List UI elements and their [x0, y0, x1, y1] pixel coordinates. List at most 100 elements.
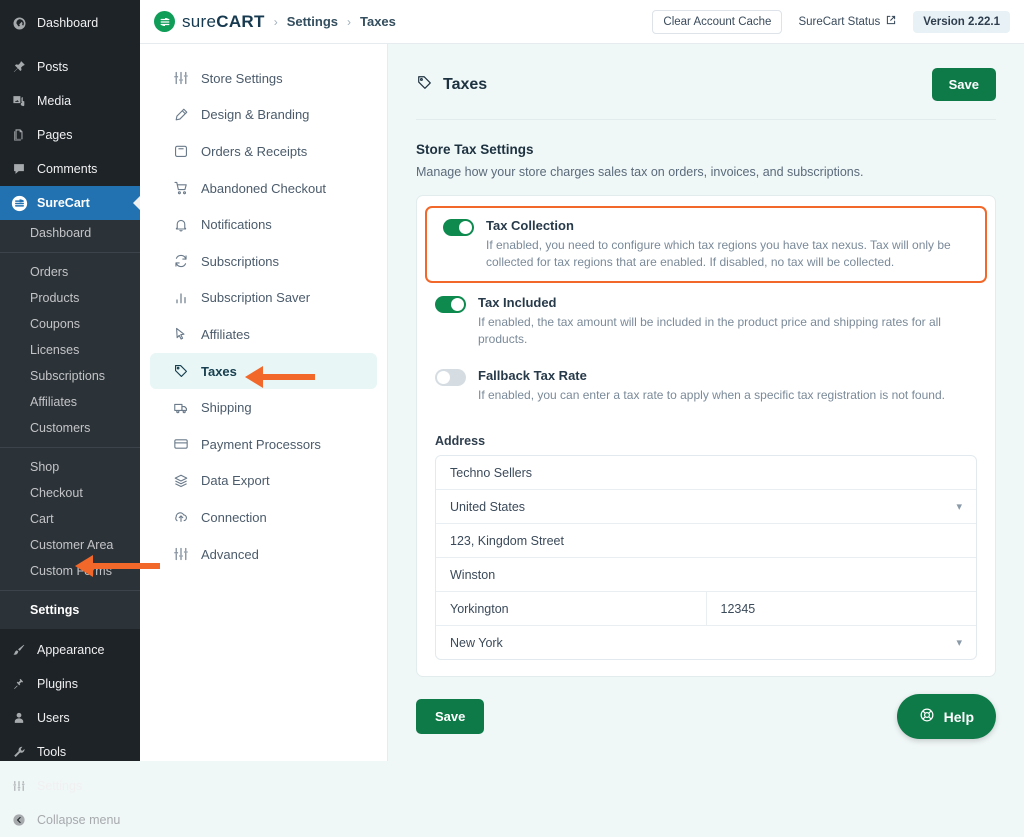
sidebar-item-label: Comments	[37, 162, 97, 176]
submenu-item-custom-forms[interactable]: Custom Forms	[0, 558, 140, 584]
tag-icon	[416, 74, 433, 96]
settings-nav-item-advanced[interactable]: Advanced	[150, 536, 377, 573]
address-fieldset: Techno Sellers United States ▾ 123, King…	[435, 455, 977, 660]
settings-nav-label: Connection	[201, 510, 267, 525]
submenu-divider	[0, 252, 140, 253]
settings-nav-item-taxes[interactable]: Taxes	[150, 353, 377, 390]
submenu-item-coupons[interactable]: Coupons	[0, 311, 140, 337]
version-badge: Version 2.22.1	[913, 11, 1010, 33]
settings-nav-item-store-settings[interactable]: Store Settings	[150, 60, 377, 97]
settings-nav-label: Payment Processors	[201, 437, 321, 452]
address-row: Yorkington 12345	[436, 592, 976, 626]
app-root: Dashboard Posts Media Pages Commen	[0, 0, 1024, 761]
settings-nav-item-data-export[interactable]: Data Export	[150, 463, 377, 500]
submenu-item-customer-area[interactable]: Customer Area	[0, 532, 140, 558]
address-line2-input[interactable]: Winston	[436, 558, 976, 591]
breadcrumb-separator: ›	[274, 15, 278, 29]
help-button[interactable]: Help	[897, 694, 996, 739]
media-icon	[10, 92, 28, 110]
card-icon	[172, 436, 189, 453]
sidebar-item-label: Collapse menu	[37, 813, 120, 827]
store-tax-settings-desc: Manage how your store charges sales tax …	[416, 165, 996, 179]
sidebar-item-comments[interactable]: Comments	[0, 152, 140, 186]
help-button-label: Help	[944, 709, 974, 725]
address-line1-input[interactable]: 123, Kingdom Street	[436, 524, 976, 557]
save-button-top[interactable]: Save	[932, 68, 996, 101]
cursor-icon	[172, 326, 189, 343]
breadcrumb-taxes[interactable]: Taxes	[360, 14, 396, 29]
save-button-bottom[interactable]: Save	[416, 699, 484, 734]
state-select[interactable]: New York ▾	[436, 626, 976, 659]
settings-nav-item-connection[interactable]: Connection	[150, 499, 377, 536]
submenu-item-customers[interactable]: Customers	[0, 415, 140, 441]
palette-icon	[172, 106, 189, 123]
settings-nav-label: Shipping	[201, 400, 252, 415]
settings-nav-item-payment-processors[interactable]: Payment Processors	[150, 426, 377, 463]
settings-nav-item-subscription-saver[interactable]: Subscription Saver	[150, 280, 377, 317]
tax-included-toggle[interactable]	[435, 296, 466, 313]
settings-nav-label: Affiliates	[201, 327, 250, 342]
clear-account-cache-button[interactable]: Clear Account Cache	[652, 10, 782, 34]
gauge-icon	[10, 14, 28, 32]
sidebar-item-settings[interactable]: Settings	[0, 769, 140, 803]
settings-nav-label: Subscription Saver	[201, 290, 310, 305]
postal-code-input[interactable]: 12345	[706, 592, 977, 625]
sidebar-item-label: Pages	[37, 128, 72, 142]
settings-nav-item-design-branding[interactable]: Design & Branding	[150, 97, 377, 134]
breadcrumb-settings[interactable]: Settings	[287, 14, 338, 29]
sidebar-gap	[0, 40, 140, 50]
lifebuoy-icon	[919, 707, 935, 726]
settings-nav-label: Design & Branding	[201, 107, 309, 122]
comment-icon	[10, 160, 28, 178]
tax-collection-desc: If enabled, you need to configure which …	[486, 237, 969, 271]
country-select[interactable]: United States ▾	[436, 490, 976, 523]
pin-icon	[10, 58, 28, 76]
submenu-item-products[interactable]: Products	[0, 285, 140, 311]
sidebar-item-media[interactable]: Media	[0, 84, 140, 118]
fallback-tax-rate-toggle[interactable]	[435, 369, 466, 386]
tax-settings-card: Tax Collection If enabled, you need to c…	[416, 195, 996, 677]
surecart-logo-icon	[154, 11, 175, 32]
submenu-item-licenses[interactable]: Licenses	[0, 337, 140, 363]
address-row: 123, Kingdom Street	[436, 524, 976, 558]
sidebar-item-pages[interactable]: Pages	[0, 118, 140, 152]
settings-nav-item-subscriptions[interactable]: Subscriptions	[150, 243, 377, 280]
surecart-logo[interactable]: sureCART	[154, 11, 265, 32]
sliders-icon	[172, 70, 189, 87]
sidebar-item-appearance[interactable]: Appearance	[0, 633, 140, 667]
content-row: Store Settings Design & Branding Orders …	[140, 44, 1024, 761]
settings-nav-label: Subscriptions	[201, 254, 279, 269]
surecart-status-link[interactable]: SureCart Status	[798, 14, 897, 29]
fallback-tax-rate-text: Fallback Tax Rate If enabled, you can en…	[478, 367, 945, 404]
state-value: New York	[450, 636, 503, 650]
settings-nav-item-abandoned-checkout[interactable]: Abandoned Checkout	[150, 170, 377, 207]
city-input[interactable]: Yorkington	[436, 592, 706, 625]
settings-nav-item-orders-receipts[interactable]: Orders & Receipts	[150, 133, 377, 170]
sidebar-item-surecart[interactable]: SureCart	[0, 186, 140, 220]
sidebar-item-tools[interactable]: Tools	[0, 735, 140, 769]
company-name-input[interactable]: Techno Sellers	[436, 456, 976, 489]
sidebar-item-label: SureCart	[37, 196, 90, 210]
sidebar-item-label: Appearance	[37, 643, 104, 657]
submenu-item-affiliates[interactable]: Affiliates	[0, 389, 140, 415]
sidebar-item-dashboard[interactable]: Dashboard	[0, 6, 140, 40]
wordpress-admin-sidebar: Dashboard Posts Media Pages Commen	[0, 0, 140, 761]
submenu-item-orders[interactable]: Orders	[0, 259, 140, 285]
sidebar-item-collapse-menu[interactable]: Collapse menu	[0, 803, 140, 837]
submenu-item-settings[interactable]: Settings	[0, 597, 140, 623]
submenu-item-cart[interactable]: Cart	[0, 506, 140, 532]
sidebar-item-plugins[interactable]: Plugins	[0, 667, 140, 701]
submenu-item-checkout[interactable]: Checkout	[0, 480, 140, 506]
status-link-label: SureCart Status	[798, 16, 880, 28]
settings-nav-item-notifications[interactable]: Notifications	[150, 206, 377, 243]
sidebar-item-users[interactable]: Users	[0, 701, 140, 735]
sidebar-item-posts[interactable]: Posts	[0, 50, 140, 84]
address-label: Address	[435, 434, 995, 448]
tax-collection-toggle[interactable]	[443, 219, 474, 236]
settings-nav: Store Settings Design & Branding Orders …	[140, 44, 388, 761]
submenu-item-dashboard[interactable]: Dashboard	[0, 220, 140, 246]
settings-nav-item-shipping[interactable]: Shipping	[150, 389, 377, 426]
submenu-item-subscriptions[interactable]: Subscriptions	[0, 363, 140, 389]
settings-nav-item-affiliates[interactable]: Affiliates	[150, 316, 377, 353]
submenu-item-shop[interactable]: Shop	[0, 454, 140, 480]
